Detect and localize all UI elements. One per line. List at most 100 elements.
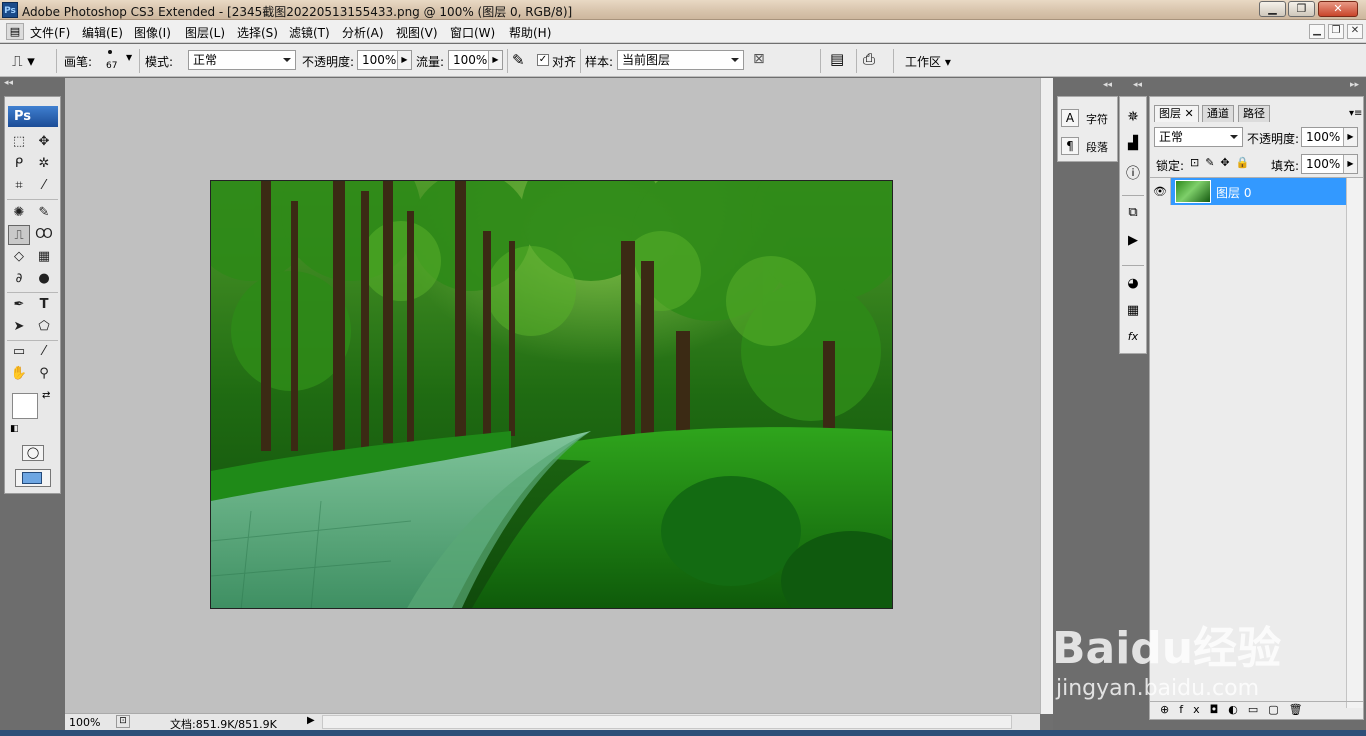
- clone-stamp-tool-icon[interactable]: ⎍: [8, 225, 30, 245]
- chevron-right-icon[interactable]: ▶: [1343, 155, 1357, 173]
- paragraph-label[interactable]: 段落: [1086, 139, 1108, 155]
- tab-channels[interactable]: 通道: [1202, 105, 1234, 122]
- window-title: Adobe Photoshop CS3 Extended - [2345截图20…: [22, 5, 573, 19]
- menu-image[interactable]: 图像(I): [134, 24, 171, 41]
- layers-footer-buttons[interactable]: ⊕fx◘◐▭▢🗑: [1150, 701, 1363, 719]
- minimize-button[interactable]: ▁: [1259, 1, 1286, 17]
- eyedropper-tool-icon[interactable]: ⁄: [33, 342, 55, 362]
- default-colors-icon[interactable]: ◧: [10, 424, 19, 434]
- maximize-button[interactable]: ❐: [1288, 1, 1315, 17]
- lasso-tool-icon[interactable]: ᑭ: [8, 154, 30, 174]
- menu-view[interactable]: 视图(V): [396, 24, 438, 41]
- doc-close-button[interactable]: ✕: [1347, 24, 1363, 39]
- menu-select[interactable]: 选择(S): [237, 24, 278, 41]
- panel-expand-icon[interactable]: ▸▸: [1350, 80, 1359, 90]
- menu-help[interactable]: 帮助(H): [509, 24, 551, 41]
- opacity-field[interactable]: 100% ▶: [357, 50, 412, 70]
- swatches-icon[interactable]: ▦: [1123, 303, 1143, 323]
- workspace-menu[interactable]: 工作区 ▾: [905, 53, 951, 70]
- layer-name[interactable]: 图层 0: [1216, 184, 1251, 201]
- tools-collapse-icon[interactable]: ◂◂: [0, 78, 65, 94]
- path-selection-tool-icon[interactable]: ➤: [8, 317, 30, 337]
- doc-restore-button[interactable]: ❐: [1328, 24, 1344, 39]
- zoom-level[interactable]: 100%: [69, 716, 100, 729]
- panel-collapse-icon[interactable]: ◂◂: [1103, 80, 1112, 90]
- blend-mode-select[interactable]: 正常: [1154, 127, 1243, 147]
- gradient-tool-icon[interactable]: ▦: [33, 247, 55, 267]
- flow-field[interactable]: 100% ▶: [448, 50, 503, 70]
- dodge-tool-icon[interactable]: ●: [33, 269, 55, 289]
- fill-field[interactable]: 100% ▶: [1301, 154, 1358, 174]
- stamp-tool-preset-icon[interactable]: ⎍ ▾: [12, 50, 48, 72]
- horizontal-scrollbar[interactable]: [322, 715, 1012, 729]
- brush-tool-icon[interactable]: ✎: [33, 203, 55, 223]
- sample-select[interactable]: 当前图层: [617, 50, 744, 70]
- screen-mode-button[interactable]: [15, 469, 51, 487]
- chevron-right-icon[interactable]: ▶: [1343, 128, 1357, 146]
- layer-row[interactable]: 👁 图层 0: [1150, 178, 1346, 205]
- navigator-icon[interactable]: ✵: [1123, 109, 1143, 129]
- palette-well-icon[interactable]: ▤: [830, 50, 844, 68]
- character-label[interactable]: 字符: [1086, 111, 1108, 127]
- close-button[interactable]: ✕: [1318, 1, 1358, 17]
- align-checkbox[interactable]: ✓: [537, 54, 549, 66]
- brush-picker[interactable]: 67 ▼: [96, 46, 134, 74]
- swap-colors-icon[interactable]: ⇄: [42, 390, 50, 401]
- marquee-tool-icon[interactable]: ⬚: [8, 132, 30, 152]
- panel-collapse-icon[interactable]: ◂◂: [1133, 80, 1142, 90]
- pen-tool-icon[interactable]: ✒: [8, 295, 30, 315]
- tab-layers[interactable]: 图层 ✕: [1154, 105, 1199, 122]
- layer-opacity-field[interactable]: 100% ▶: [1301, 127, 1358, 147]
- menu-window[interactable]: 窗口(W): [450, 24, 495, 41]
- lock-label: 锁定:: [1156, 159, 1185, 173]
- shape-tool-icon[interactable]: ⬠: [33, 317, 55, 337]
- menu-edit[interactable]: 编辑(E): [82, 24, 123, 41]
- history-brush-tool-icon[interactable]: Ꝏ: [33, 225, 55, 245]
- doc-minimize-button[interactable]: ▁: [1309, 24, 1325, 39]
- color-icon[interactable]: ◕: [1123, 276, 1143, 296]
- panel-menu-icon[interactable]: ▾≡: [1349, 108, 1362, 119]
- histogram-icon[interactable]: ▟: [1123, 136, 1143, 156]
- crop-tool-icon[interactable]: ⌗: [8, 176, 30, 196]
- zoom-tool-icon[interactable]: ⚲: [33, 364, 55, 384]
- info-icon[interactable]: ⓘ: [1123, 163, 1143, 183]
- lock-options-icons[interactable]: ⊡✎✥🔒: [1190, 156, 1255, 169]
- blur-tool-icon[interactable]: ∂: [8, 269, 30, 289]
- menu-filter[interactable]: 滤镜(T): [289, 24, 330, 41]
- fill-value: 100%: [1306, 157, 1341, 171]
- airbrush-icon[interactable]: ✎: [512, 51, 525, 69]
- character-icon[interactable]: A: [1061, 109, 1079, 127]
- history-icon[interactable]: ⧉: [1123, 205, 1143, 225]
- layers-scrollbar[interactable]: [1346, 178, 1363, 708]
- styles-icon[interactable]: fx: [1123, 330, 1143, 350]
- layer-opacity-label: 不透明度:: [1247, 132, 1300, 146]
- move-tool-icon[interactable]: ✥: [33, 132, 55, 152]
- tab-paths[interactable]: 路径: [1238, 105, 1270, 122]
- menu-file[interactable]: 文件(F): [30, 24, 70, 41]
- ignore-adjustment-layers-icon[interactable]: ⊠: [753, 51, 765, 67]
- chevron-right-icon[interactable]: ▶: [488, 51, 502, 69]
- menu-analysis[interactable]: 分析(A): [342, 24, 384, 41]
- document-icon[interactable]: ▤: [6, 23, 24, 40]
- chevron-right-icon[interactable]: ▶: [397, 51, 411, 69]
- workspace-label: 工作区: [905, 55, 942, 69]
- quick-mask-icon[interactable]: ◯: [22, 445, 44, 461]
- bridge-icon[interactable]: ⎙: [863, 50, 875, 68]
- mode-select[interactable]: 正常: [188, 50, 296, 70]
- eye-icon[interactable]: 👁: [1150, 178, 1171, 205]
- actions-icon[interactable]: ▶: [1123, 233, 1143, 253]
- paragraph-icon[interactable]: ¶: [1061, 137, 1079, 155]
- eraser-tool-icon[interactable]: ◇: [8, 247, 30, 267]
- slice-tool-icon[interactable]: ⁄: [33, 176, 55, 196]
- menu-layer[interactable]: 图层(L): [185, 24, 225, 41]
- magic-wand-tool-icon[interactable]: ✲: [33, 154, 55, 174]
- foreground-color-swatch[interactable]: [12, 393, 38, 419]
- document-image[interactable]: [210, 180, 893, 609]
- character-paragraph-panel: A 字符 ¶ 段落: [1057, 96, 1118, 162]
- healing-brush-tool-icon[interactable]: ✺: [8, 203, 30, 223]
- status-menu-arrow-icon[interactable]: ▶: [307, 715, 315, 726]
- status-preview-icon[interactable]: ⊡: [116, 715, 130, 728]
- hand-tool-icon[interactable]: ✋: [8, 364, 30, 384]
- notes-tool-icon[interactable]: ▭: [8, 342, 30, 362]
- type-tool-icon[interactable]: T: [33, 295, 55, 315]
